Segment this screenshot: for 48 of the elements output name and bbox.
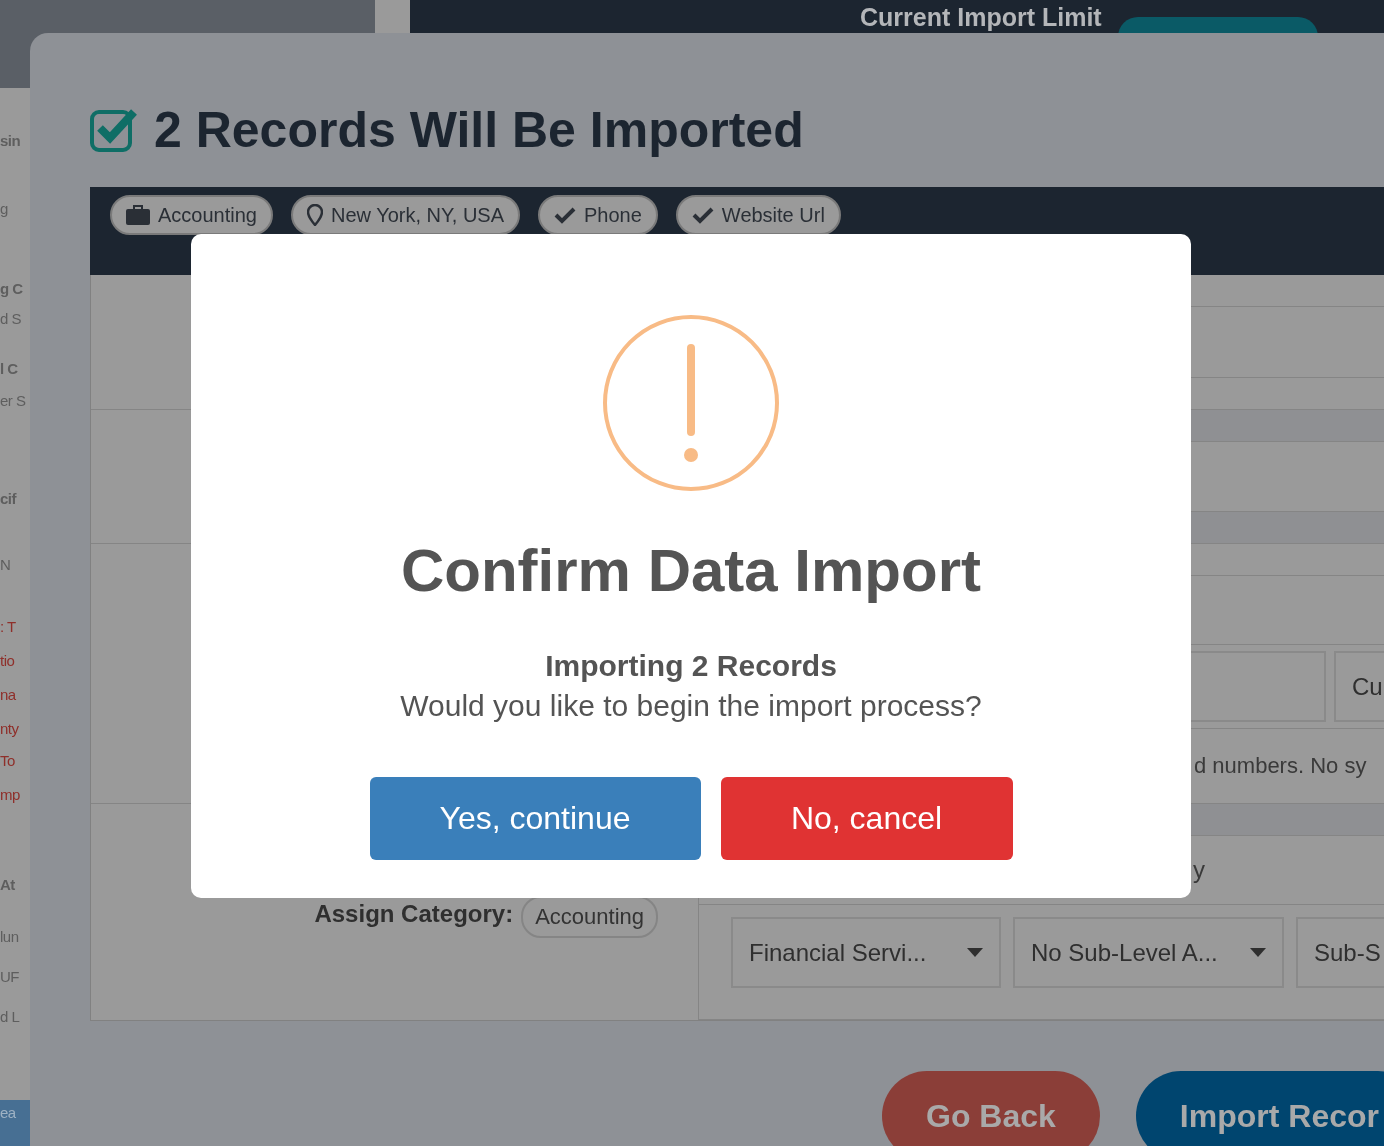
dropdown[interactable]: Financial Servi... (731, 917, 1001, 988)
sidebar-text: d L (0, 1008, 20, 1025)
briefcase-icon (126, 205, 150, 225)
field-hint: d numbers. No sy (1194, 753, 1367, 779)
confirm-button[interactable]: Yes, continue (369, 777, 701, 860)
sidebar-text: N (0, 556, 11, 573)
checkbox-icon (90, 108, 138, 152)
sidebar-text: : T (0, 618, 16, 635)
sidebar-text: d S (0, 310, 21, 327)
warning-icon (602, 314, 780, 492)
dropdown[interactable]: Sub-S (1296, 917, 1384, 988)
sidebar-text: nty (0, 720, 19, 737)
import-button[interactable]: Import Recor (1135, 1071, 1384, 1146)
sidebar-button[interactable] (0, 1100, 30, 1146)
sidebar-text: cif (0, 490, 16, 507)
tag-chip: Phone (538, 195, 658, 235)
sidebar-text: To (0, 752, 15, 769)
check-icon (554, 206, 576, 224)
modal-title: 2 Records Will Be Imported (154, 101, 804, 159)
tag-chip: New York, NY, USA (290, 195, 520, 235)
sidebar-button-label: ea (0, 1104, 16, 1121)
sidebar-text: na (0, 686, 16, 703)
sidebar-text: g C (0, 280, 23, 297)
sidebar-text: er S (0, 392, 26, 409)
dropdown[interactable]: No Sub-Level A... (1013, 917, 1284, 988)
caret-icon (1250, 948, 1266, 957)
caret-icon (967, 948, 983, 957)
sidebar-text: tio (0, 652, 15, 669)
tag-chip: Website Url (675, 195, 841, 235)
sidebar-text: sin (0, 132, 21, 149)
dialog-heading: Importing 2 Records (545, 649, 837, 683)
import-limit-label: Current Import Limit (860, 3, 1102, 32)
check-icon (691, 206, 714, 224)
dialog-message: Would you like to begin the import process? (400, 689, 982, 723)
cancel-button[interactable]: No, cancel (720, 777, 1013, 860)
map-pin-icon (306, 204, 323, 226)
tag-chip: Accounting (110, 195, 273, 235)
dialog-title: Confirm Data Import (401, 536, 981, 605)
sidebar-text: lun (0, 928, 19, 945)
sidebar-text: UF (0, 968, 19, 985)
sidebar-text: g (0, 200, 8, 217)
text-field[interactable]: Cu (1334, 651, 1384, 722)
back-button[interactable]: Go Back (882, 1071, 1100, 1146)
row-text: y (1193, 856, 1205, 884)
sidebar-text: mp (0, 786, 20, 803)
assign-category-label: Assign Category: (314, 900, 514, 928)
sidebar-text: At (0, 876, 15, 893)
sidebar-text: l C (0, 360, 18, 377)
